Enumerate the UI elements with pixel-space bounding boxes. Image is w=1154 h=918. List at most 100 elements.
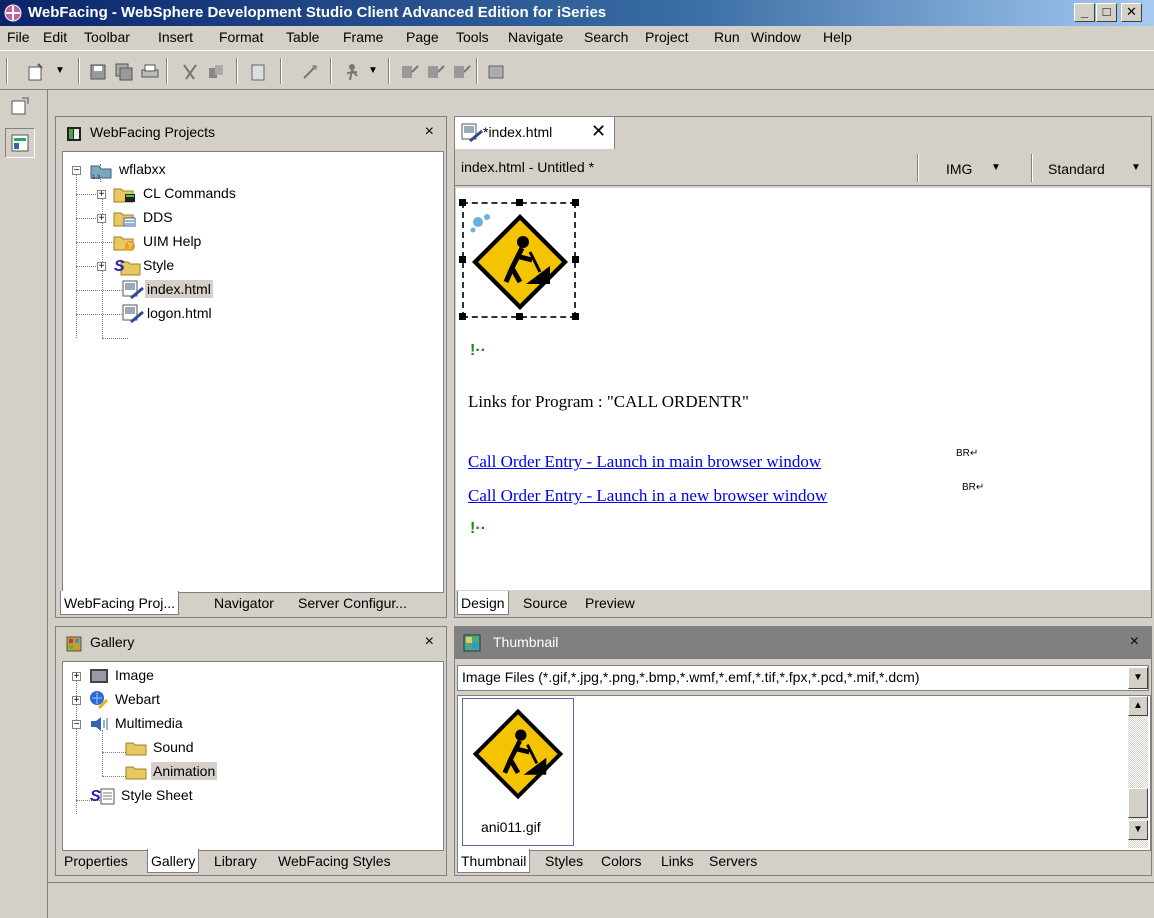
expand-icon[interactable]: + [97,214,106,224]
gallery-item-animation[interactable]: Animation [63,762,263,784]
gallery-item-image[interactable]: + Image [63,666,263,688]
expand-icon[interactable]: + [72,672,81,682]
resize-handle[interactable] [572,199,579,206]
expand-icon[interactable]: + [97,262,106,272]
chevron-down-icon[interactable]: ▼ [368,65,378,76]
design-canvas[interactable]: !·· Links for Program : "CALL ORDENTR" C… [456,188,1150,590]
tab-server-configuration[interactable]: Server Configur... [298,595,407,611]
tree-item-index-html[interactable]: index.html [63,280,283,302]
gallery-item-style-sheet[interactable]: S Style Sheet [63,786,263,808]
webfacing-perspective-button[interactable] [5,128,35,158]
menu-edit[interactable]: Edit [43,29,67,45]
menu-search[interactable]: Search [584,29,628,45]
tree-item-cl-commands[interactable]: + CL Commands [63,184,283,206]
run-icon[interactable] [342,62,362,82]
tab-colors[interactable]: Colors [601,853,641,869]
chevron-down-icon[interactable]: ▼ [1128,667,1148,689]
save-icon[interactable] [88,62,108,82]
new-wizard-icon[interactable] [26,62,46,82]
panel-header: Gallery × [56,627,446,659]
link-main-window[interactable]: Call Order Entry - Launch in main browse… [468,452,821,472]
collapse-icon[interactable]: − [72,166,81,176]
print-icon[interactable] [140,62,160,82]
menu-help[interactable]: Help [823,29,852,45]
tree-label: Webart [115,691,160,707]
resize-handle[interactable] [459,313,466,320]
vertical-scrollbar[interactable]: ▲ ▼ [1128,696,1148,848]
close-tab-button[interactable]: ✕ [591,121,606,142]
preview-icon[interactable] [486,62,506,82]
tag-dropdown[interactable]: IMG [946,161,972,177]
resize-handle[interactable] [459,256,466,263]
menu-table[interactable]: Table [286,29,319,45]
tab-navigator[interactable]: Navigator [214,595,274,611]
tab-library[interactable]: Library [214,853,257,869]
close-window-button[interactable]: ✕ [1121,3,1142,22]
close-panel-button[interactable]: × [1130,633,1139,651]
chevron-down-icon[interactable]: ▼ [1131,162,1141,173]
resize-handle[interactable] [572,313,579,320]
tab-source[interactable]: Source [523,595,567,611]
editor-tab[interactable]: *index.html ✕ [455,117,615,149]
cut-icon[interactable] [180,62,200,82]
gallery-item-multimedia[interactable]: − Multimedia [63,714,263,736]
tree-item-dds[interactable]: + DDS [63,208,283,230]
tab-properties[interactable]: Properties [64,853,128,869]
link-icon[interactable] [300,62,320,82]
menu-run[interactable]: Run [714,29,740,45]
tab-servers[interactable]: Servers [709,853,757,869]
file-filter-select[interactable]: Image Files (*.gif,*.jpg,*.png,*.bmp,*.w… [457,665,1149,691]
gallery-item-sound[interactable]: Sound [63,738,263,760]
tab-links[interactable]: Links [661,853,694,869]
chevron-down-icon[interactable]: ▼ [991,162,1001,173]
publish-all-icon[interactable] [452,62,472,82]
tab-webfacing-projects[interactable]: WebFacing Proj... [60,591,180,615]
tab-gallery[interactable]: Gallery [147,849,200,873]
gallery-item-webart[interactable]: + Webart [63,690,263,712]
scroll-down-button[interactable]: ▼ [1128,820,1148,840]
tree-item-style[interactable]: + S Style [63,256,283,278]
expand-icon[interactable]: + [97,190,106,200]
menu-frame[interactable]: Frame [343,29,383,45]
chevron-down-icon[interactable]: ▼ [55,65,65,76]
scroll-thumb[interactable] [1128,788,1148,818]
menu-format[interactable]: Format [219,29,263,45]
tab-design[interactable]: Design [457,591,509,615]
collapse-icon[interactable]: − [72,720,81,730]
open-perspective-icon[interactable] [10,96,30,116]
tab-preview[interactable]: Preview [585,595,635,611]
menu-navigate[interactable]: Navigate [508,29,563,45]
tree-item-uim-help[interactable]: ? UIM Help [63,232,283,254]
save-all-icon[interactable] [114,62,134,82]
close-panel-button[interactable]: × [425,633,434,651]
copy-icon[interactable] [206,62,226,82]
minimize-button[interactable]: _ [1074,3,1095,22]
menu-project[interactable]: Project [645,29,689,45]
link-new-window[interactable]: Call Order Entry - Launch in a new brows… [468,486,827,506]
selected-image[interactable] [459,199,579,320]
tree-item-logon-html[interactable]: logon.html [63,304,283,326]
expand-icon[interactable]: + [72,696,81,706]
resize-handle[interactable] [459,199,466,206]
maximize-button[interactable]: □ [1096,3,1117,22]
menu-page[interactable]: Page [406,29,439,45]
mode-dropdown[interactable]: Standard [1048,161,1105,177]
resize-handle[interactable] [572,256,579,263]
tab-thumbnail[interactable]: Thumbnail [457,849,531,873]
close-panel-button[interactable]: × [425,123,434,141]
menu-window[interactable]: Window [751,29,801,45]
menu-toolbar[interactable]: Toolbar [84,29,130,45]
menu-tools[interactable]: Tools [456,29,489,45]
tree-item-wflabxx[interactable]: − 1.3 wflabxx [63,160,263,182]
paste-icon[interactable] [248,62,268,82]
scroll-up-button[interactable]: ▲ [1128,696,1148,716]
resize-handle[interactable] [516,313,523,320]
tab-webfacing-styles[interactable]: WebFacing Styles [278,853,391,869]
tab-styles[interactable]: Styles [545,853,583,869]
publish-icon[interactable] [400,62,420,82]
publish-page-icon[interactable] [426,62,446,82]
menu-file[interactable]: File [7,29,30,45]
menu-insert[interactable]: Insert [158,29,193,45]
resize-handle[interactable] [516,199,523,206]
thumbnail-item[interactable]: ani011.gif [462,698,574,846]
